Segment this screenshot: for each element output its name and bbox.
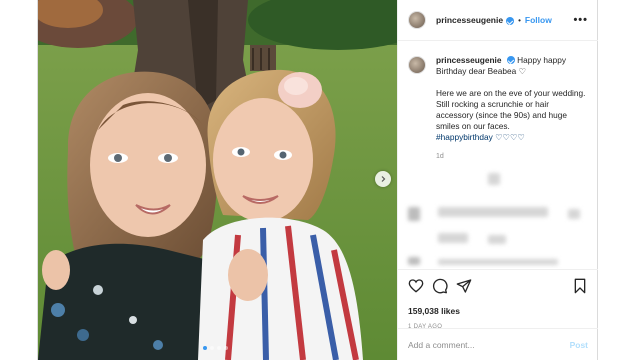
add-comment-bar: Post (398, 328, 598, 360)
hashtag-link[interactable]: #happybirthday (436, 132, 493, 142)
caption-paragraph: Here we are on the eve of your wedding. … (436, 88, 586, 131)
blurred-comment (488, 235, 506, 244)
carousel-dot (203, 346, 207, 350)
post-side-panel: princesseugenie • Follow ••• princesseug… (397, 0, 598, 360)
caption-age: 1d (436, 153, 444, 160)
heart-icon[interactable] (408, 278, 424, 294)
follow-button[interactable]: Follow (525, 15, 552, 25)
blurred-comment (568, 209, 580, 219)
post-actions: 159,038 likes 1 DAY AGO (398, 269, 598, 330)
comments-section: princesseugenie Happy happy Birthday dea… (398, 41, 598, 268)
blurred-comment (438, 259, 558, 265)
post-comment-button[interactable]: Post (570, 340, 588, 350)
carousel-indicator (203, 346, 228, 350)
carousel-next-button[interactable] (375, 171, 391, 187)
verified-badge-icon (506, 56, 515, 64)
post-photo (38, 0, 397, 360)
caption: princesseugenie Happy happy Birthday dea… (408, 55, 588, 162)
caption-emoji: ♡ (518, 66, 527, 76)
blurred-comment (488, 173, 500, 185)
photo-image (38, 0, 397, 360)
carousel-dot (217, 346, 221, 350)
carousel-dot (210, 346, 214, 350)
hashtag-emoji: ♡♡♡♡ (495, 132, 525, 142)
comment-icon[interactable] (432, 278, 448, 294)
like-count[interactable]: 159,038 likes (408, 306, 588, 316)
blurred-comment (408, 257, 420, 265)
blurred-comment (408, 207, 420, 221)
share-icon[interactable] (456, 278, 472, 294)
avatar[interactable] (408, 11, 426, 29)
avatar[interactable] (408, 56, 426, 74)
chevron-right-icon (381, 176, 386, 182)
caption-username[interactable]: princesseugenie (436, 55, 501, 65)
verified-badge-icon (506, 17, 515, 25)
separator: • (518, 15, 521, 25)
post-header: princesseugenie • Follow ••• (398, 0, 598, 41)
caption-body: princesseugenie Happy happy Birthday dea… (436, 55, 586, 162)
more-options-button[interactable]: ••• (573, 14, 588, 26)
blurred-comment (438, 233, 468, 243)
blurred-comment (438, 207, 548, 217)
username-link[interactable]: princesseugenie (436, 15, 503, 25)
bookmark-icon[interactable] (572, 278, 588, 294)
post-frame: princesseugenie • Follow ••• princesseug… (37, 0, 598, 360)
comment-input[interactable] (408, 339, 570, 350)
carousel-dot (224, 346, 228, 350)
